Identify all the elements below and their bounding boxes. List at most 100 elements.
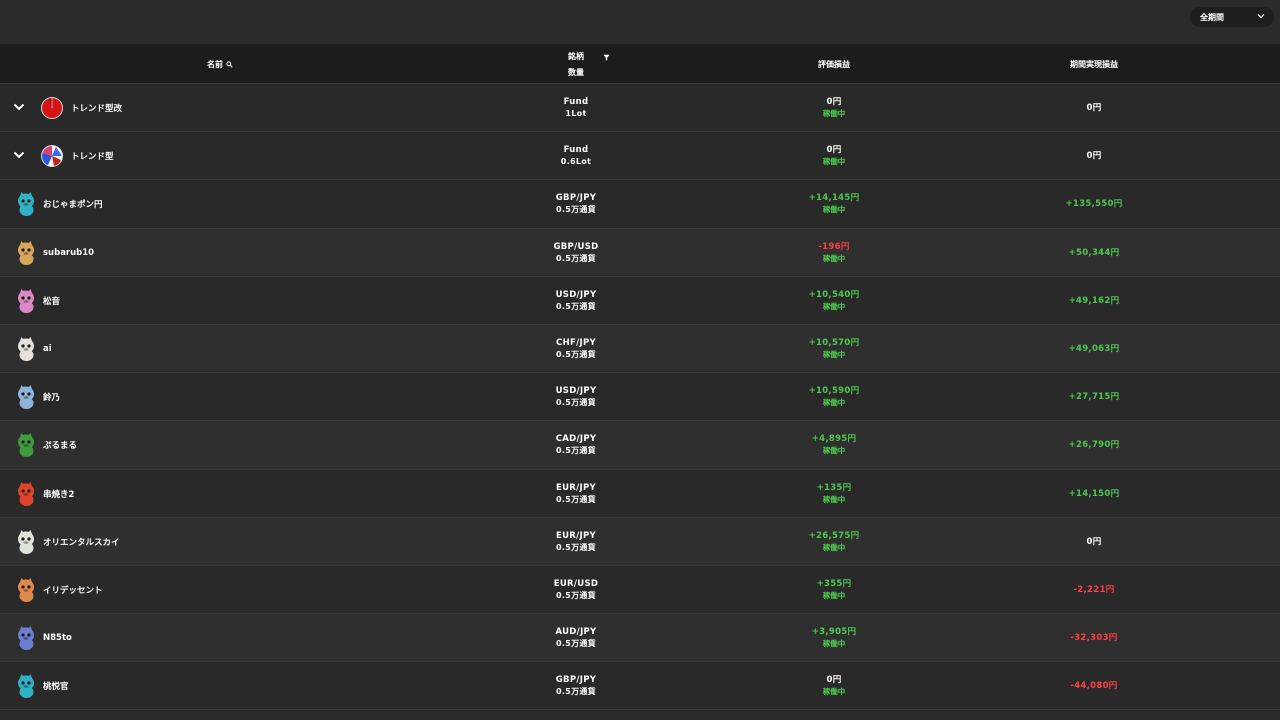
realized-value: +49,063円 bbox=[1068, 343, 1120, 354]
quantity: 0.5万通貨 bbox=[556, 446, 596, 456]
bot-name[interactable]: トレンド型改 bbox=[71, 84, 122, 132]
evaluation-cell: +10,540円 稼働中 bbox=[694, 277, 974, 325]
header-evaluation-label: 評価損益 bbox=[818, 59, 850, 69]
bot-name[interactable]: おじゃまポン円 bbox=[43, 180, 103, 228]
realized-value: -32,303円 bbox=[1070, 633, 1118, 644]
table-row[interactable]: 松音 USD/JPY 0.5万通貨 +10,540円 稼働中 +49,162円 bbox=[0, 276, 1280, 325]
period-select[interactable]: 全期間 bbox=[1190, 7, 1274, 27]
status-label: 稼働中 bbox=[822, 542, 846, 552]
symbol-cell: AUD/JPY 0.5万通貨 bbox=[436, 614, 716, 662]
table-row[interactable]: ぷるまる CAD/JPY 0.5万通貨 +4,895円 稼働中 +26,790円 bbox=[0, 421, 1280, 470]
symbol-cell: GBP/USD 0.5万通貨 bbox=[436, 229, 716, 277]
realized-cell: -44,080円 bbox=[954, 662, 1234, 710]
evaluation-value: 0円 bbox=[826, 675, 842, 686]
evaluation-cell: +355円 稼働中 bbox=[694, 566, 974, 614]
realized-value: 0円 bbox=[1086, 536, 1102, 547]
bot-name[interactable]: 串焼き2 bbox=[43, 470, 74, 518]
realized-cell: +49,162円 bbox=[954, 277, 1234, 325]
bot-name[interactable]: 鈴乃 bbox=[43, 373, 60, 421]
header-realized-label: 期間実現損益 bbox=[1070, 59, 1118, 69]
table-row[interactable]: 串焼き2 EUR/JPY 0.5万通貨 +135円 稼働中 +14,150円 bbox=[0, 469, 1280, 518]
table-row[interactable]: トレンド型改 Fund 1Lot 0円 稼働中 0円 bbox=[0, 84, 1280, 133]
table-row[interactable]: 鈴乃 USD/JPY 0.5万通貨 +10,590円 稼働中 +27,715円 bbox=[0, 373, 1280, 422]
filter-icon[interactable] bbox=[603, 54, 610, 61]
bot-name[interactable]: ぷるまる bbox=[43, 421, 77, 469]
period-select-value: 全期間 bbox=[1200, 12, 1224, 22]
status-label: 稼働中 bbox=[822, 446, 846, 456]
evaluation-value: +3,905円 bbox=[811, 627, 857, 638]
search-icon[interactable] bbox=[226, 60, 233, 68]
table-row[interactable]: おじゃまポン円 GBP/JPY 0.5万通貨 +14,145円 稼働中 +135,550円 bbox=[0, 180, 1280, 229]
header-symbol[interactable]: 銘柄 数量 bbox=[436, 44, 716, 84]
status-label: 稼働中 bbox=[822, 590, 846, 600]
table-row[interactable]: 桃悦官 GBP/JPY 0.5万通貨 0円 稼働中 -44,080円 bbox=[0, 662, 1280, 711]
table-row[interactable]: N85to AUD/JPY 0.5万通貨 +3,905円 稼働中 -32,303円 bbox=[0, 614, 1280, 663]
status-label: 稼働中 bbox=[822, 687, 846, 697]
bot-name[interactable]: オリエンタルスカイ bbox=[43, 518, 120, 566]
bot-name[interactable]: イリデッセント bbox=[43, 566, 103, 614]
table-row[interactable]: ai CHF/JPY 0.5万通貨 +10,570円 稼働中 +49,063円 bbox=[0, 324, 1280, 374]
table-row[interactable]: イリデッセント EUR/USD 0.5万通貨 +355円 稼働中 -2,221円 bbox=[0, 565, 1280, 615]
realized-cell: +49,063円 bbox=[954, 325, 1234, 373]
header-evaluation[interactable]: 評価損益 bbox=[694, 44, 974, 84]
status-label: 稼働中 bbox=[822, 157, 846, 167]
evaluation-value: +10,540円 bbox=[808, 289, 860, 300]
symbol-cell: EUR/USD 0.5万通貨 bbox=[436, 566, 716, 614]
fox-avatar-icon bbox=[18, 577, 34, 602]
mushroom-avatar-icon bbox=[18, 240, 34, 265]
bot-name[interactable]: 松音 bbox=[43, 277, 60, 325]
symbol: USD/JPY bbox=[555, 289, 597, 300]
bot-name[interactable]: subarub10 bbox=[43, 229, 94, 277]
realized-cell: +26,790円 bbox=[954, 421, 1234, 469]
header-realized[interactable]: 期間実現損益 bbox=[954, 44, 1234, 84]
table-row[interactable]: オリエンタルスカイ EUR/JPY 0.5万通貨 +26,575円 稼働中 0円 bbox=[0, 517, 1280, 566]
realized-value: +50,344円 bbox=[1068, 247, 1120, 258]
symbol: GBP/JPY bbox=[555, 193, 597, 204]
realized-value: +49,162円 bbox=[1068, 295, 1120, 306]
realized-cell: +27,715円 bbox=[954, 373, 1234, 421]
symbol-cell: CAD/JPY 0.5万通貨 bbox=[436, 421, 716, 469]
quantity: 0.5万通貨 bbox=[556, 639, 596, 649]
pink-creature-avatar-icon bbox=[18, 288, 34, 313]
header-name[interactable]: 名前 bbox=[0, 44, 440, 84]
quantity: 1Lot bbox=[565, 109, 587, 118]
evaluation-value: 0円 bbox=[826, 97, 842, 107]
quantity: 0.5万通貨 bbox=[556, 349, 596, 359]
quantity: 0.5万通貨 bbox=[556, 542, 596, 552]
table-row[interactable]: subarub10 GBP/USD 0.5万通貨 -196円 稼働中 +50,344円 bbox=[0, 228, 1280, 277]
quantity: 0.6Lot bbox=[560, 157, 592, 167]
symbol: EUR/JPY bbox=[555, 530, 596, 541]
evaluation-cell: +10,590円 稼働中 bbox=[694, 373, 974, 421]
symbol: USD/JPY bbox=[555, 386, 597, 397]
realized-cell: -2,221円 bbox=[954, 566, 1234, 614]
symbol-cell: EUR/JPY 0.5万通貨 bbox=[436, 470, 716, 518]
evaluation-cell: +26,575円 稼働中 bbox=[694, 518, 974, 566]
fund-pie-red-icon bbox=[41, 97, 63, 119]
bot-name[interactable]: 桃悦官 bbox=[43, 662, 69, 710]
bot-name[interactable]: トレンド型 bbox=[71, 132, 114, 180]
symbol: Fund bbox=[563, 145, 589, 156]
table-row[interactable]: トレンド型 Fund 0.6Lot 0円 稼働中 0円 bbox=[0, 132, 1280, 181]
bot-name[interactable]: ai bbox=[43, 325, 52, 373]
header-symbol-label: 銘柄 bbox=[562, 50, 590, 63]
quantity: 0.5万通貨 bbox=[556, 590, 596, 600]
evaluation-cell: +135円 稼働中 bbox=[694, 470, 974, 518]
evaluation-cell: 0円 稼働中 bbox=[694, 132, 974, 180]
symbol-cell: GBP/JPY 0.5万通貨 bbox=[436, 662, 716, 710]
evaluation-cell: 0円 稼働中 bbox=[694, 662, 974, 710]
table-header: 名前 銘柄 数量 評価損益 期間実現損益 bbox=[0, 44, 1280, 84]
bot-name[interactable]: N85to bbox=[43, 614, 72, 662]
symbol: CHF/JPY bbox=[556, 337, 596, 348]
evaluation-value: +135円 bbox=[816, 482, 852, 493]
quantity: 0.5万通貨 bbox=[556, 205, 596, 215]
quantity: 0.5万通貨 bbox=[556, 301, 596, 311]
teal-dragon-avatar-icon bbox=[18, 192, 34, 217]
realized-value: +26,790円 bbox=[1068, 440, 1120, 451]
quantity: 0.5万通貨 bbox=[556, 253, 596, 263]
evaluation-value: +26,575円 bbox=[808, 530, 860, 541]
expand-chevron-icon[interactable] bbox=[12, 149, 26, 161]
expand-chevron-icon[interactable] bbox=[12, 101, 26, 113]
status-label: 稼働中 bbox=[822, 494, 846, 504]
evaluation-cell: +14,145円 稼働中 bbox=[694, 180, 974, 228]
header-name-label: 名前 bbox=[207, 59, 223, 69]
